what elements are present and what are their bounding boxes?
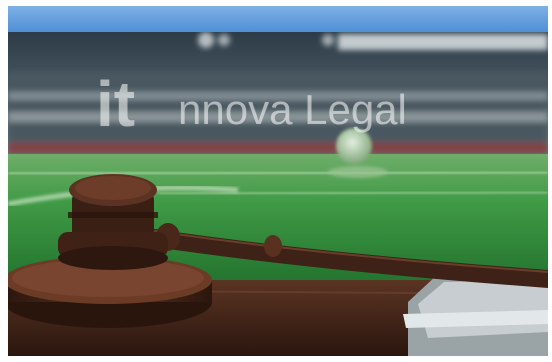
frame-top-bar: [8, 6, 548, 32]
courtroom-soccer-photo: it nnova Legal: [8, 32, 548, 356]
image-frame: it nnova Legal: [0, 0, 552, 362]
watermark-logo-mark: it: [96, 68, 135, 140]
watermark-text: nnova Legal: [178, 86, 407, 133]
